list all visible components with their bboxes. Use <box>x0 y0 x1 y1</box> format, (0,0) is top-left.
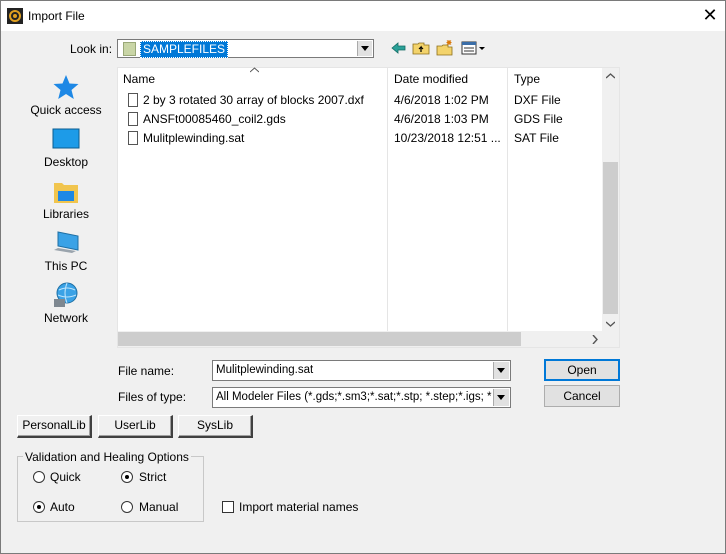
quick-label: Quick <box>50 470 81 484</box>
file-name-field[interactable]: Mulitplewinding.sat <box>212 360 511 381</box>
place-label: Quick access <box>30 103 102 117</box>
files-of-type-value: All Modeler Files (*.gds;*.sm3;*.sat;*.s… <box>216 391 492 403</box>
chevron-down-icon[interactable] <box>357 41 372 56</box>
file-date: 4/6/2018 1:03 PM <box>394 112 489 126</box>
quick-radio[interactable] <box>33 471 45 483</box>
place-label: Desktop <box>43 155 89 169</box>
file-icon <box>128 93 138 107</box>
file-type: SAT File <box>514 131 559 145</box>
this-pc-icon <box>52 229 80 257</box>
network-icon <box>52 281 80 309</box>
file-type: DXF File <box>514 93 561 107</box>
place-desktop[interactable]: Desktop <box>23 119 109 171</box>
scrollbar-corner <box>602 331 619 347</box>
column-header-name[interactable]: Name <box>123 67 388 90</box>
close-icon[interactable]: ✕ <box>698 4 722 28</box>
libraries-icon <box>52 177 80 205</box>
file-list[interactable]: Name Date modified Type 2 by 3 rotated 3… <box>117 67 620 348</box>
open-button[interactable]: Open <box>544 359 620 381</box>
file-name: 2 by 3 rotated 30 array of blocks 2007.d… <box>143 93 364 107</box>
import-material-label: Import material names <box>239 500 359 514</box>
files-of-type-label: Files of type: <box>118 390 187 404</box>
place-this-pc[interactable]: This PC <box>23 223 109 275</box>
place-label: Network <box>43 311 88 325</box>
user-lib-button[interactable]: UserLib <box>98 415 173 438</box>
file-name: Mulitplewinding.sat <box>143 131 245 145</box>
title-bar: Import File ✕ <box>1 1 725 31</box>
sort-ascending-icon <box>250 67 259 73</box>
import-file-dialog: Import File ✕ Look in: SAMPLEFILES Quick… <box>0 0 726 554</box>
new-folder-icon[interactable] <box>436 39 454 57</box>
back-arrow-icon[interactable] <box>390 39 408 57</box>
files-of-type-dropdown[interactable]: All Modeler Files (*.gds;*.sm3;*.sat;*.s… <box>212 387 511 408</box>
scroll-up-icon[interactable] <box>606 73 615 79</box>
look-in-dropdown[interactable]: SAMPLEFILES <box>117 39 374 58</box>
desktop-icon <box>52 125 80 153</box>
strict-label: Strict <box>139 470 167 484</box>
file-date: 10/23/2018 12:51 ... <box>394 131 501 145</box>
up-folder-icon[interactable] <box>412 39 430 57</box>
auto-radio[interactable] <box>33 501 45 513</box>
horizontal-scrollbar[interactable] <box>118 331 604 347</box>
file-name-label: File name: <box>118 364 175 378</box>
file-icon <box>128 112 138 126</box>
scroll-down-icon[interactable] <box>606 321 615 327</box>
scrollbar-thumb[interactable] <box>603 162 618 314</box>
personal-lib-button[interactable]: PersonalLib <box>17 415 92 438</box>
look-in-label: Look in: <box>70 42 113 56</box>
file-name: ANSFt00085460_coil2.gds <box>143 112 286 126</box>
sys-lib-button[interactable]: SysLib <box>178 415 253 438</box>
file-row[interactable]: 2 by 3 rotated 30 array of blocks 2007.d… <box>118 91 608 110</box>
chevron-down-icon[interactable] <box>493 389 509 406</box>
quick-access-star-icon <box>52 73 80 101</box>
file-row[interactable]: ANSFt00085460_coil2.gds 4/6/2018 1:03 PM… <box>118 110 608 129</box>
vertical-scrollbar[interactable] <box>602 68 619 333</box>
validation-options-title: Validation and Healing Options <box>23 450 191 464</box>
scrollbar-thumb[interactable] <box>118 332 521 346</box>
cancel-button[interactable]: Cancel <box>544 385 620 407</box>
folder-icon <box>123 42 136 56</box>
place-network[interactable]: Network <box>23 275 109 327</box>
manual-label: Manual <box>139 500 179 514</box>
file-type: GDS File <box>514 112 563 126</box>
look-in-value: SAMPLEFILES <box>140 41 229 58</box>
scroll-right-icon[interactable] <box>592 335 598 344</box>
place-quick-access[interactable]: Quick access <box>23 67 109 119</box>
file-name-value: Mulitplewinding.sat <box>216 364 314 376</box>
manual-radio[interactable] <box>121 501 133 513</box>
chevron-down-icon[interactable] <box>493 362 509 379</box>
column-header-date[interactable]: Date modified <box>394 68 468 90</box>
app-icon <box>7 8 23 24</box>
place-libraries[interactable]: Libraries <box>23 171 109 223</box>
file-date: 4/6/2018 1:02 PM <box>394 93 489 107</box>
place-label: Libraries <box>42 207 90 221</box>
import-material-checkbox[interactable] <box>222 501 234 513</box>
column-header-type[interactable]: Type <box>514 68 540 90</box>
auto-label: Auto <box>50 500 75 514</box>
file-icon <box>128 131 138 145</box>
strict-radio[interactable] <box>121 471 133 483</box>
place-label: This PC <box>44 259 88 273</box>
column-header-label: Name <box>123 72 156 86</box>
file-row[interactable]: Mulitplewinding.sat 10/23/2018 12:51 ...… <box>118 129 608 148</box>
view-menu-icon[interactable] <box>461 39 488 57</box>
window-title: Import File <box>28 9 85 23</box>
